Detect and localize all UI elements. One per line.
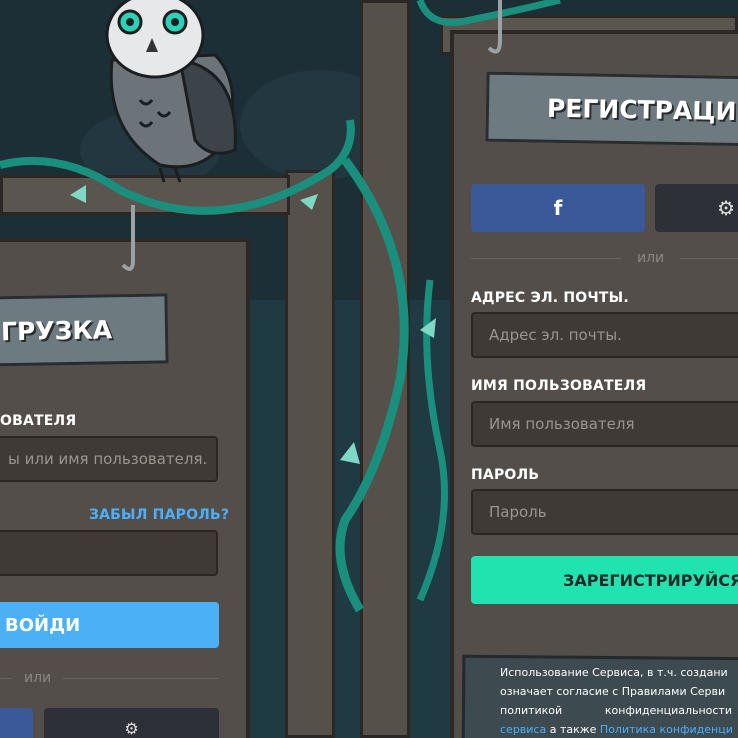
- email-placeholder: Адрес эл. почты.: [489, 326, 622, 344]
- legal-line: сервиса а также Политика конфиденци: [500, 720, 738, 738]
- legal-word: а также: [546, 723, 600, 736]
- login-username-placeholder: ы или имя пользователя.: [8, 450, 208, 468]
- privacy-policy-link[interactable]: Политика конфиденци: [600, 723, 733, 736]
- login-facebook-button[interactable]: [0, 708, 33, 738]
- register-facebook-button[interactable]: f: [471, 184, 645, 232]
- login-or-text: или: [24, 670, 52, 686]
- register-or-divider: или: [471, 250, 738, 266]
- login-password-input[interactable]: [0, 530, 218, 576]
- login-or-divider: или: [0, 670, 218, 686]
- hanging-hook: [487, 0, 502, 54]
- register-steam-button[interactable]: ⚙: [655, 184, 738, 232]
- facebook-icon: f: [553, 196, 563, 220]
- email-label: АДРЕС ЭЛ. ПОЧТЫ.: [471, 290, 629, 306]
- register-submit-button[interactable]: ЗАРЕГИСТРИРУЙСЯ: [471, 556, 738, 604]
- register-or-text: или: [637, 250, 665, 266]
- login-username-label: ОВАТЕЛЯ: [0, 413, 77, 429]
- register-username-label: ИМЯ ПОЛЬЗОВАТЕЛЯ: [471, 378, 647, 394]
- forgot-password-link[interactable]: ЗАБЫЛ ПАРОЛЬ?: [89, 507, 229, 523]
- register-password-input[interactable]: Пароль: [471, 489, 738, 535]
- steam-icon: ⚙: [717, 196, 735, 220]
- steam-icon: ⚙: [124, 718, 139, 738]
- login-username-input[interactable]: ы или имя пользователя.: [0, 436, 218, 482]
- password-label: ПАРОЛЬ: [471, 467, 540, 483]
- login-steam-button[interactable]: ⚙: [44, 708, 219, 738]
- register-title: РЕГИСТРАЦИЯ: [546, 93, 738, 126]
- legal-line: означает согласие с Правилами Серви: [500, 685, 726, 698]
- legal-word: политикой: [500, 704, 563, 717]
- register-title-sign: РЕГИСТРАЦИЯ: [485, 71, 738, 147]
- login-title: ГРУЗКА: [0, 314, 113, 346]
- email-input[interactable]: Адрес эл. почты.: [471, 312, 738, 358]
- legal-line: политикой конфиденциальности: [500, 701, 738, 720]
- legal-line: Использование Сервиса, в т.ч. создани: [500, 666, 728, 679]
- hanging-hook: [121, 205, 135, 271]
- register-submit-label: ЗАРЕГИСТРИРУЙСЯ: [563, 570, 738, 590]
- login-submit-label: ВОЙДИ: [5, 614, 81, 636]
- legal-text: Использование Сервиса, в т.ч. создани оз…: [500, 663, 738, 738]
- login-submit-button[interactable]: ВОЙДИ: [0, 602, 219, 648]
- service-rules-link[interactable]: сервиса: [500, 723, 546, 736]
- login-title-sign: ГРУЗКА: [0, 293, 169, 367]
- password-placeholder: Пароль: [489, 503, 547, 521]
- legal-word: конфиденциальности: [604, 704, 732, 717]
- register-username-placeholder: Имя пользователя: [489, 415, 635, 433]
- register-username-input[interactable]: Имя пользователя: [471, 401, 738, 447]
- background-scene: ГРУЗКА ОВАТЕЛЯ ы или имя пользователя. З…: [0, 0, 738, 738]
